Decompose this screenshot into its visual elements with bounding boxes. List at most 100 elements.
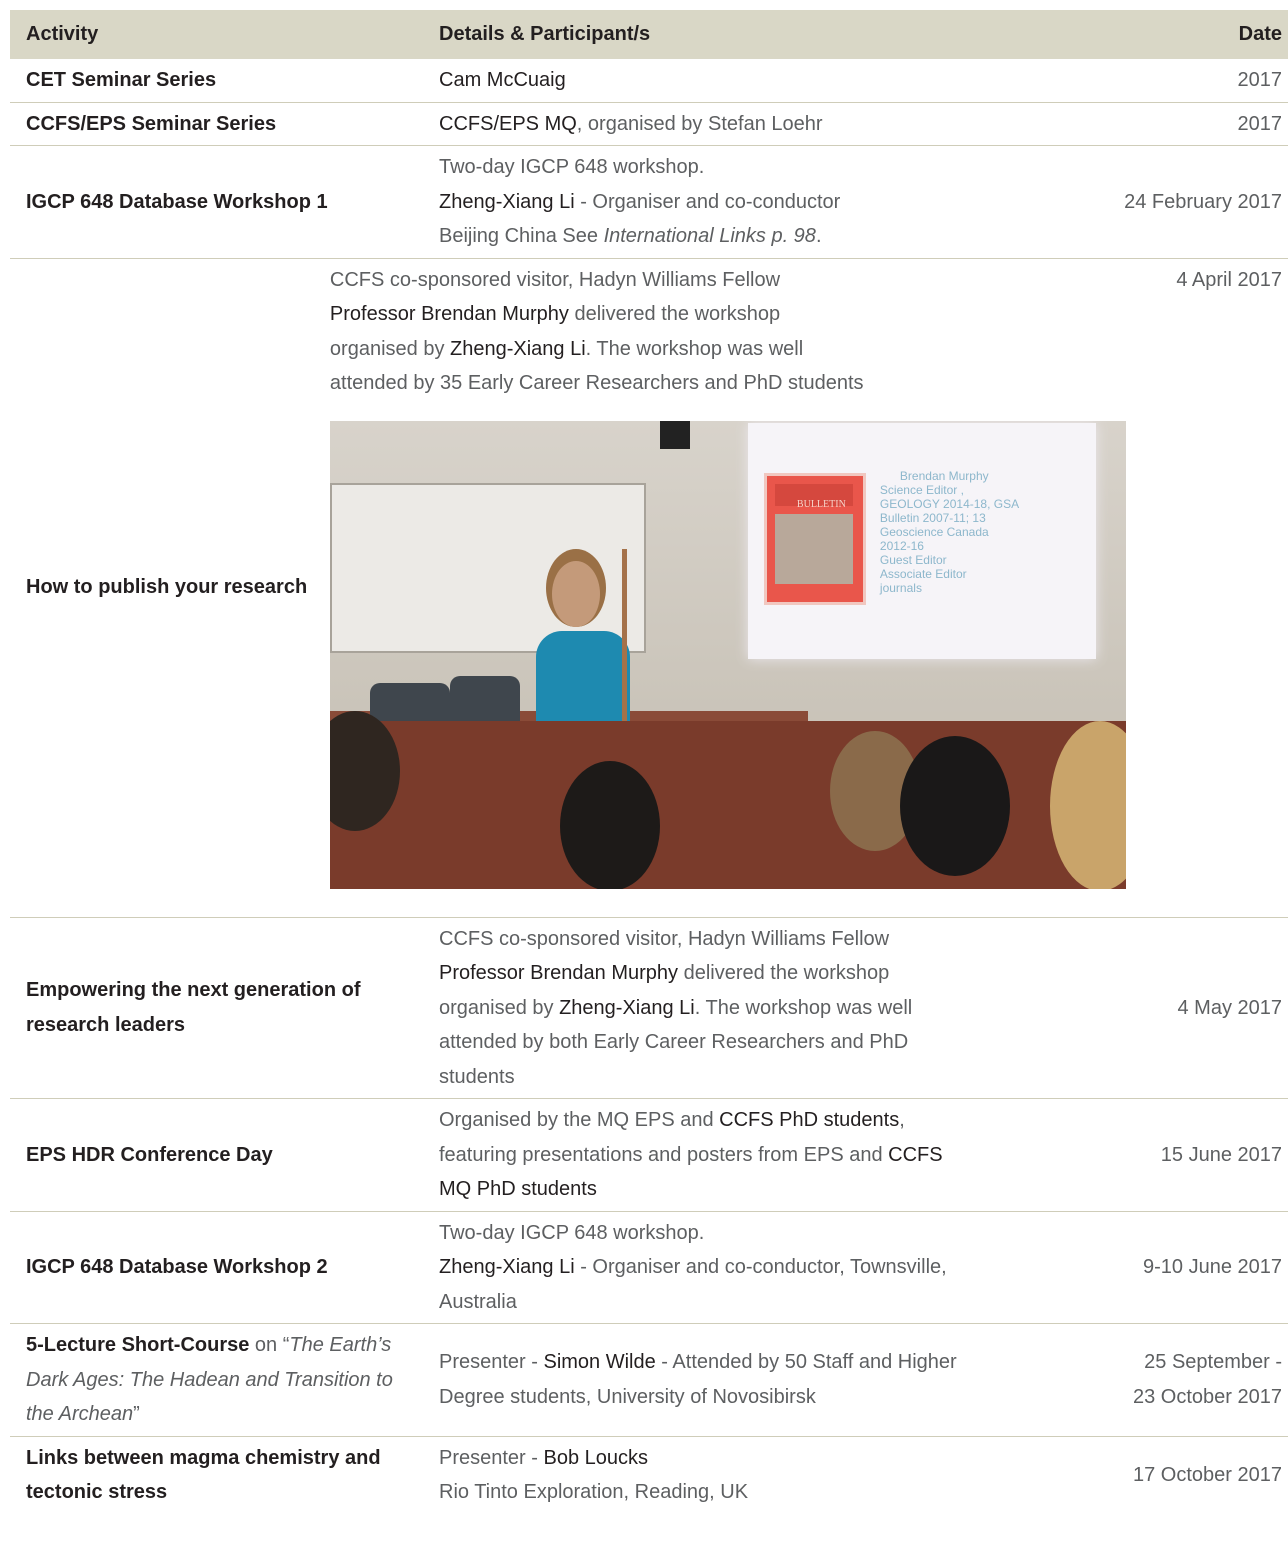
table-row: IGCP 648 Database Workshop 2 Two-day IGC… [10,1212,1288,1324]
details-cell: Presenter - Simon Wilde - Attended by 50… [439,1324,1068,1436]
details-text: delivered the workshop [568,303,781,325]
details-line: Presenter - Bob Loucks [439,1441,1068,1476]
details-line: attended by 35 Early Career Researchers … [329,372,864,394]
table-row: IGCP 648 Database Workshop 1 Two-day IGC… [10,146,1288,259]
details-line: Two-day IGCP 648 workshop. [439,156,705,178]
table-row: EPS HDR Conference Day Organised by the … [10,1099,1288,1212]
date-line: 25 September - [1144,1351,1282,1374]
participant-name: Professor Brendan Murphy [439,962,679,984]
details-text: organised by [439,996,560,1019]
activity-italic: The Earth’s [289,1334,392,1356]
table-row: CET Seminar Series Cam McCuaig 2017 [10,59,1288,103]
details-text: Organised by the MQ EPS and [439,1109,720,1131]
details-line: Degree students, University of Novosibir… [439,1385,816,1408]
participant-name: CCFS/EPS MQ [439,112,577,135]
participant-name: CCFS PhD students [719,1109,900,1131]
date-cell: 4 April 2017 [1176,268,1282,291]
header-activity: Activity [26,23,99,45]
details-text: - Organiser and co-conductor [574,190,841,213]
table-row: How to publish your research CCFS co-spo… [10,259,1288,918]
details-cell: Cam McCuaig [439,59,1068,102]
details-cell: CCFS co-sponsored visitor, Hadyn William… [329,259,1126,917]
details-text: . [815,225,822,247]
date-cell: 15 June 2017 [1160,1143,1282,1166]
header-details: Details & Participant/s [439,23,651,45]
bulletin-cover: BULLETIN [763,472,866,605]
activity-cell: Links between magma chemistry and tecton… [26,1446,381,1504]
details-line: Professor Brendan Murphy delivered the w… [330,297,1126,332]
details-line: CCFS co-sponsored visitor, Hadyn William… [329,268,781,291]
activity-cell: 5-Lecture Short-Course on “The Earth’s D… [10,1324,439,1436]
details-line: Australia [439,1290,517,1313]
participant-name: Professor Brendan Murphy [329,303,569,325]
activity-cell: How to publish your research [26,576,308,599]
activity-cell: IGCP 648 Database Workshop 1 [26,190,328,213]
participant-name: Zheng-Xiang Li [439,190,575,213]
details-text: featuring presentations and posters from… [439,1143,889,1166]
details-line: Zheng-Xiang Li - Organiser and co-conduc… [439,185,1068,220]
activities-table: Activity Details & Participant/s Date CE… [10,10,1288,1514]
details-line: attended by both Early Career Researcher… [439,1031,909,1053]
date-cell: 9-10 June 2017 [1142,1256,1282,1278]
activity-italic: Dark Ages: The Hadean and Transition to [26,1368,393,1391]
activity-cell: Empowering the next generation of resear… [26,979,361,1036]
projection-line: Brendan Murphy [899,468,989,483]
activity-italic: the Archean [26,1403,134,1425]
cross-reference: International Links p. 98 [603,225,816,247]
details-text: Presenter - [439,1351,544,1374]
table-row: Links between magma chemistry and tecton… [10,1437,1288,1514]
participant-name: MQ PhD students [439,1178,597,1200]
details-text: , organised by Stefan Loehr [576,112,823,135]
participant-name: Simon Wilde [543,1351,656,1374]
date-cell: 4 May 2017 [1177,996,1282,1019]
date-cell: 2017 [1237,69,1283,91]
details-text: Beijing China See [439,225,604,247]
details-line: Beijing China See International Links p.… [439,219,1068,254]
details-cell: Two-day IGCP 648 workshop. Zheng-Xiang L… [439,1212,1068,1324]
activity-cell: CET Seminar Series [26,69,217,91]
details-line: CCFS co-sponsored visitor, Hadyn William… [439,927,890,950]
projection-line: journals [879,580,922,595]
header-date: Date [1238,23,1282,45]
participant-name: Bob Loucks [543,1446,648,1469]
projection-line: Associate Editor [879,566,967,581]
details-line: Zheng-Xiang Li - Organiser and co-conduc… [439,1250,1068,1285]
activity-text: ” [133,1403,140,1425]
details-line: students [439,1065,515,1088]
activity-cell: CCFS/EPS Seminar Series [26,112,277,135]
table-row: Empowering the next generation of resear… [10,918,1288,1099]
projection-text: Brendan Murphy Science Editor , GEOLOGY … [880,469,1019,595]
activity-cell: EPS HDR Conference Day [26,1143,273,1166]
participant-name: Zheng-Xiang Li [559,996,695,1019]
details-line: Two-day IGCP 648 workshop. [439,1221,705,1244]
details-text: . The workshop was well [694,996,913,1019]
participant-name: Zheng-Xiang Li [450,337,586,360]
audience-head [559,760,660,889]
details-cell: Organised by the MQ EPS and CCFS PhD stu… [439,1099,1068,1211]
details-text: delivered the workshop [678,962,890,984]
photo-whiteboard [329,482,646,653]
activity-text: on “ [249,1334,290,1356]
projection-line: Science Editor , [879,482,964,497]
table-row: 5-Lecture Short-Course on “The Earth’s D… [10,1324,1288,1437]
details-line: Organised by the MQ EPS and CCFS PhD stu… [439,1103,1068,1138]
details-line: Professor Brendan Murphy delivered the w… [439,956,1068,991]
date-cell: 17 October 2017 [1133,1463,1282,1486]
details-cell: CCFS/EPS MQ, organised by Stefan Loehr [439,103,1068,146]
table-row: CCFS/EPS Seminar Series CCFS/EPS MQ, org… [10,103,1288,146]
projection-line: GEOLOGY 2014-18, GSA [879,496,1020,511]
bulletin-cover-image [774,513,853,584]
audience-head [899,735,1010,876]
participant-name: Zheng-Xiang Li [439,1256,575,1278]
workshop-photo: BULLETIN Brendan Murphy Science Editor ,… [329,420,1126,889]
details-cell: Two-day IGCP 648 workshop. Zheng-Xiang L… [439,146,1068,258]
details-cell: Presenter - Bob Loucks Rio Tinto Explora… [439,1437,1068,1514]
details-line: organised by Zheng-Xiang Li. The worksho… [330,332,1126,367]
details-text: - Attended by 50 Staff and Higher [655,1351,957,1374]
details-text: organised by [329,337,450,360]
date-cell: 2017 [1237,112,1283,135]
projection-line: Bulletin 2007-11; 13 [879,510,986,525]
projection-line: Guest Editor [879,552,947,567]
participant-name: Cam McCuaig [439,69,566,91]
activity-cell: IGCP 648 Database Workshop 2 [26,1256,328,1278]
